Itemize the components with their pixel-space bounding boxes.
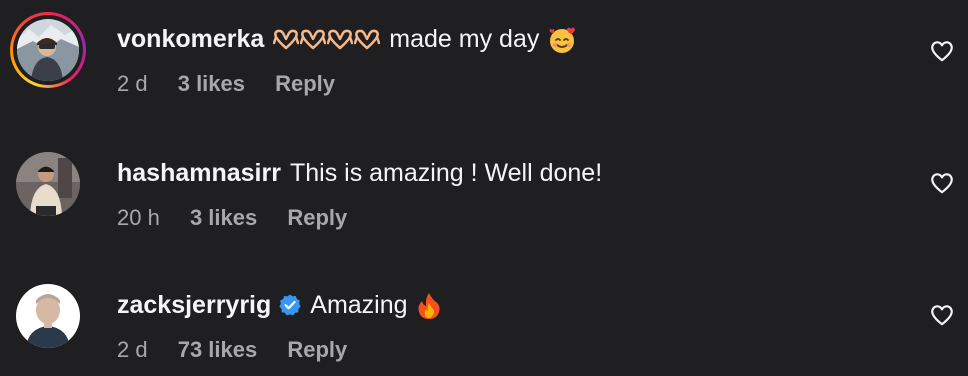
comment-time: 2 d — [117, 71, 148, 96]
likes-count-link[interactable]: 3 likes — [190, 204, 257, 232]
comment-meta: 2 d 3 likes Reply — [117, 70, 888, 98]
likes-count-link[interactable]: 3 likes — [178, 70, 245, 98]
comment-item: vonkomerka made my day 2 d 3 likes Reply — [0, 0, 968, 120]
comment-body: vonkomerka made my day 2 d 3 likes Reply — [117, 22, 888, 98]
comment-meta: 20 h 3 likes Reply — [117, 204, 888, 232]
comment-item: hashamnasirr This is amazing ! Well done… — [0, 136, 968, 256]
heart-hands-emoji — [273, 28, 381, 50]
likes-count-link[interactable]: 73 likes — [178, 336, 258, 364]
comment-text: Amazing — [310, 291, 408, 319]
comment-time: 20 h — [117, 205, 160, 230]
heart-icon[interactable] — [929, 38, 955, 64]
heart-icon[interactable] — [929, 170, 955, 196]
fire-emoji — [416, 288, 442, 322]
avatar — [17, 19, 79, 81]
verified-badge-icon — [278, 293, 302, 317]
avatar-with-story-ring[interactable] — [10, 12, 86, 88]
comment-time: 2 d — [117, 337, 148, 362]
reply-button[interactable]: Reply — [287, 204, 347, 232]
username-link[interactable]: zacksjerryrig — [117, 288, 271, 322]
comment-text: This is amazing ! Well done! — [289, 159, 603, 187]
comment-text: made my day — [389, 25, 540, 53]
username-link[interactable]: hashamnasirr — [117, 156, 281, 190]
comment-item: zacksjerryrig Amazing 2 d 73 likes Reply — [0, 268, 968, 376]
comment-line: zacksjerryrig Amazing — [117, 288, 888, 322]
comment-meta: 2 d 73 likes Reply — [117, 336, 888, 364]
heart-icon[interactable] — [929, 302, 955, 328]
smiling-face-with-hearts-emoji — [547, 22, 577, 56]
comment-body: zacksjerryrig Amazing 2 d 73 likes Reply — [117, 288, 888, 364]
username-link[interactable]: vonkomerka — [117, 22, 264, 56]
comment-body: hashamnasirr This is amazing ! Well done… — [117, 156, 888, 232]
reply-button[interactable]: Reply — [287, 336, 347, 364]
comment-line: vonkomerka made my day — [117, 22, 888, 56]
avatar[interactable] — [16, 152, 80, 216]
reply-button[interactable]: Reply — [275, 70, 335, 98]
avatar[interactable] — [16, 284, 80, 348]
comments-list: vonkomerka made my day 2 d 3 likes Reply… — [0, 0, 968, 376]
comment-line: hashamnasirr This is amazing ! Well done… — [117, 156, 888, 190]
